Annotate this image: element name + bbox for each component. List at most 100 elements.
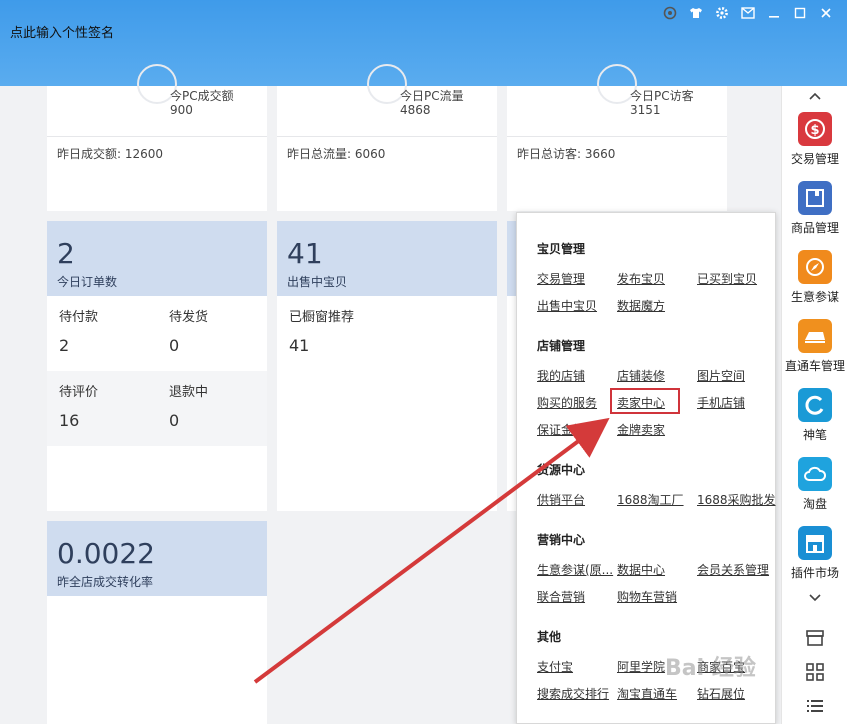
orders-caption: 今日订单数 [57,275,118,289]
stat-value: 4868 [400,103,431,117]
cell-value: 16 [59,411,80,430]
stat-card-pc-traffic: 今日PC流量 4868 昨日总流量: 6060 [277,64,497,211]
sidebar-label: 交易管理 [790,152,839,166]
orders-count: 2 [57,237,75,270]
order-cell-pending-review[interactable]: 待评价 16 [47,371,157,446]
stat-footer: 昨日总流量: 6060 [287,147,386,161]
trade-icon: $ [798,112,832,146]
link-data-center[interactable]: 数据中心 [617,561,665,578]
sidebar-item-taopan[interactable]: 淘盘 [782,457,847,525]
link-mobile-shop[interactable]: 手机店铺 [697,394,745,411]
sidebar-item-business-advisor[interactable]: 生意参谋 [782,250,847,318]
conversion-caption: 昨全店成交转化率 [57,575,154,589]
grid-icon[interactable] [782,655,847,689]
cell-label: 待付款 [59,310,99,325]
orders-card[interactable]: 2 今日订单数 待付款 2 待发货 0 待评价 16 退款中 0 [47,221,267,511]
section-title-other: 其他 [537,630,562,644]
gear-icon[interactable] [709,4,735,22]
train-icon [798,319,832,353]
signature-input[interactable]: 点此输入个性签名 [10,22,114,41]
skin-icon[interactable] [657,4,683,22]
right-sidebar: $ 交易管理 商品管理 生意参谋 直通车管理 神笔 淘盘 插件市场 [781,86,847,724]
stat-footer: 昨日成交额: 12600 [57,147,164,161]
stat-label: 今日PC流量 [400,89,464,103]
link-alipay[interactable]: 支付宝 [537,658,573,675]
section-title-sourcing: 货源中心 [537,463,586,477]
tools-popup-menu: 宝贝管理 交易管理 发布宝贝 已买到宝贝 出售中宝贝 数据魔方 店铺管理 我的店… [516,212,776,724]
link-ali-academy[interactable]: 阿里学院 [617,658,665,675]
section-title-products: 宝贝管理 [537,242,586,256]
list-icon[interactable] [782,689,847,723]
stat-footer: 昨日总访客: 3660 [517,147,616,161]
link-search-ranking[interactable]: 搜索成交排行 [537,685,609,702]
cell-label: 退款中 [169,385,209,400]
link-diamond-booth[interactable]: 钻石展位 [697,685,745,702]
link-distribution-platform[interactable]: 供销平台 [537,491,585,508]
link-trade-manage[interactable]: 交易管理 [537,270,585,287]
link-data-cube[interactable]: 数据魔方 [617,297,665,314]
conversion-header: 0.0022 昨全店成交转化率 [47,521,267,596]
link-taobao-express[interactable]: 淘宝直通车 [617,685,677,702]
store-icon [798,526,832,560]
scroll-down-icon[interactable] [782,592,847,606]
order-cell-refunding[interactable]: 退款中 0 [157,371,267,446]
conversion-card[interactable]: 0.0022 昨全店成交转化率 [47,521,267,724]
selling-caption: 出售中宝贝 [287,275,348,289]
link-bought-items[interactable]: 已买到宝贝 [697,270,757,287]
link-items-on-sale[interactable]: 出售中宝贝 [537,297,597,314]
watermark: Bai 经验 [665,656,756,681]
sidebar-label: 直通车管理 [784,359,845,373]
sidebar-label: 插件市场 [790,566,839,580]
shirt-icon[interactable] [683,4,709,22]
orders-header: 2 今日订单数 [47,221,267,296]
order-cell-pending-shipment[interactable]: 待发货 0 [157,296,267,371]
link-joint-marketing[interactable]: 联合营销 [537,588,585,605]
sidebar-item-plugin-market[interactable]: 插件市场 [782,526,847,594]
highlight-box [610,388,680,414]
cell-label: 待评价 [59,385,99,400]
link-1688-factory[interactable]: 1688淘工厂 [617,491,684,508]
cell-label: 待发货 [169,310,209,325]
sidebar-label: 生意参谋 [790,290,839,304]
link-my-shop[interactable]: 我的店铺 [537,367,585,384]
maximize-icon[interactable] [787,4,813,22]
link-crm[interactable]: 会员关系管理 [697,561,769,578]
section-title-marketing: 营销中心 [537,533,586,547]
window-recommend-cell[interactable]: 已橱窗推荐 41 [277,296,387,371]
products-icon [798,181,832,215]
link-purchased-services[interactable]: 购买的服务 [537,394,597,411]
link-cart-marketing[interactable]: 购物车营销 [617,588,677,605]
section-title-shop: 店铺管理 [537,339,586,353]
svg-text:$: $ [810,123,819,138]
mail-icon[interactable] [735,4,761,22]
stat-card-pc-visitors: 今日PC访客 3151 昨日总访客: 3660 [507,64,727,211]
link-deposit-manage[interactable]: 保证金管理 [537,421,597,438]
link-gold-seller[interactable]: 金牌卖家 [617,421,665,438]
cell-value: 0 [169,336,180,355]
divider [507,136,727,137]
stat-label: 今日PC访客 [630,89,694,103]
link-shop-decoration[interactable]: 店铺装修 [617,367,665,384]
stat-card-pc-sales: 今PC成交额 900 昨日成交额: 12600 [47,64,267,211]
minimize-icon[interactable] [761,4,787,22]
link-business-advisor[interactable]: 生意参谋(原... [537,561,613,578]
sidebar-item-products[interactable]: 商品管理 [782,181,847,249]
close-icon[interactable] [813,4,839,22]
order-cell-pending-payment[interactable]: 待付款 2 [47,296,157,371]
link-1688-wholesale[interactable]: 1688采购批发 [697,491,776,508]
link-publish-item[interactable]: 发布宝贝 [617,270,665,287]
selling-card[interactable]: 41 出售中宝贝 已橱窗推荐 41 [277,221,497,511]
sidebar-item-express-train[interactable]: 直通车管理 [782,319,847,387]
selling-count: 41 [287,237,323,270]
link-image-space[interactable]: 图片空间 [697,367,745,384]
cell-value: 0 [169,411,180,430]
compass-icon [798,250,832,284]
scroll-up-icon[interactable] [782,90,847,104]
shop-icon[interactable] [782,621,847,655]
sidebar-item-trade[interactable]: $ 交易管理 [782,112,847,180]
sidebar-label: 淘盘 [802,497,827,511]
divider [277,136,497,137]
window-controls [657,4,839,22]
cell-value: 2 [59,336,70,355]
sidebar-item-magic-pen[interactable]: 神笔 [782,388,847,456]
